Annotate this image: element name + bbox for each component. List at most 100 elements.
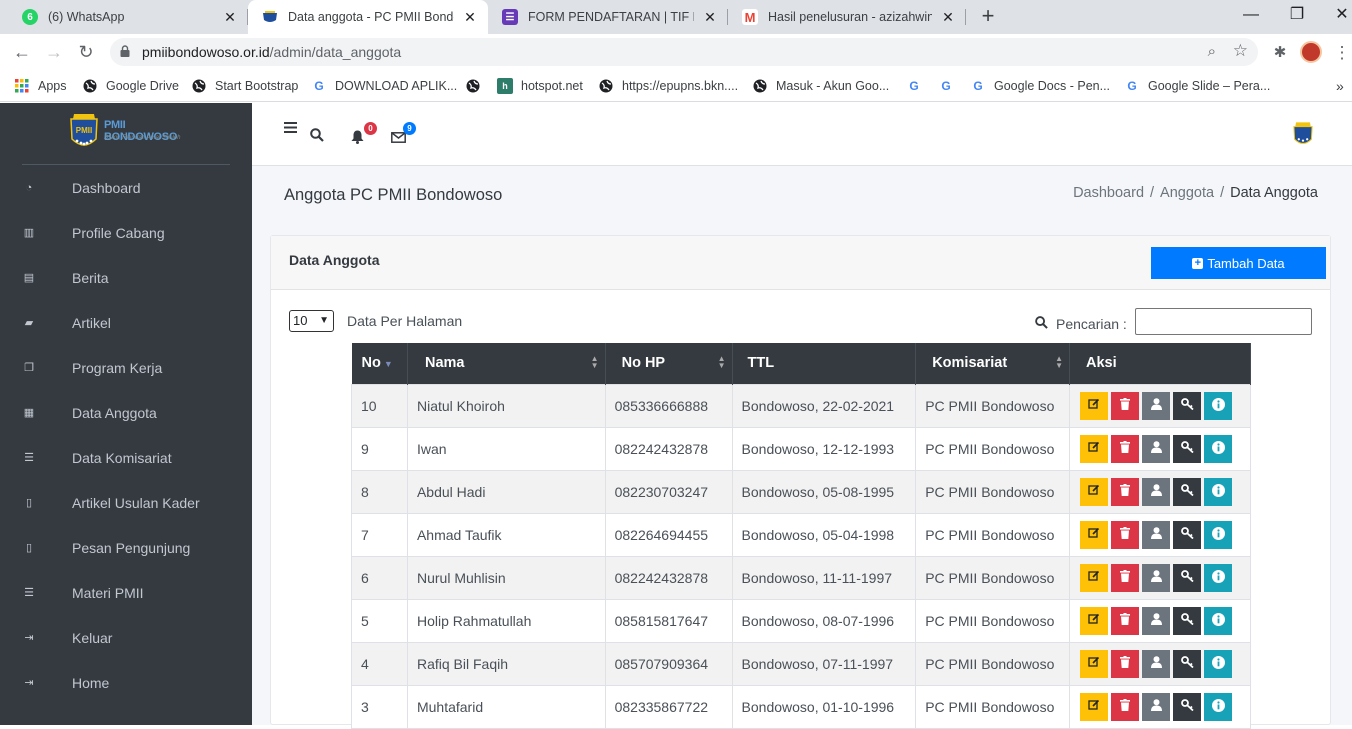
per-page-select[interactable]: 10 ▼ [289,310,334,332]
bell-icon[interactable] [351,130,364,148]
close-window-icon[interactable]: ✕ [1330,4,1352,28]
bookmark-star-icon[interactable]: ☆ [1233,41,1248,61]
trash-button[interactable] [1111,692,1139,721]
zoom-icon[interactable]: ⌕ [1208,43,1216,60]
trash-button[interactable] [1111,434,1139,463]
info-button[interactable] [1204,391,1232,420]
browser-tab-whatsapp[interactable]: 6 (6) WhatsApp ✕ [8,0,248,34]
sidebar-item-keluar[interactable]: ⇥ Keluar [0,615,252,660]
user-button[interactable] [1142,649,1170,678]
url-input[interactable]: pmiibondowoso.or.id/admin/data_anggota ⌕… [110,38,1258,66]
close-icon[interactable]: ✕ [702,9,718,26]
info-button[interactable] [1204,563,1232,592]
search-icon[interactable] [310,128,324,146]
user-button[interactable] [1142,692,1170,721]
column-header-ttl[interactable]: TTL [732,343,917,384]
key-button[interactable] [1173,563,1201,592]
trash-button[interactable] [1111,520,1139,549]
key-button[interactable] [1173,692,1201,721]
edit-button[interactable] [1080,649,1108,678]
bookmark-item[interactable]: G Google Slide – Pera... [1124,77,1270,95]
column-header-komisariat[interactable]: Komisariat ▲ ▼ [915,343,1070,384]
edit-button[interactable] [1080,563,1108,592]
trash-button[interactable] [1111,606,1139,635]
bookmark-item[interactable]: Google Drive [82,77,179,95]
key-button[interactable] [1173,434,1201,463]
back-button[interactable]: ← [10,40,34,64]
close-icon[interactable]: ✕ [940,9,956,26]
edit-button[interactable] [1080,477,1108,506]
key-button[interactable] [1173,477,1201,506]
browser-tab-gmail[interactable]: M Hasil penelusuran - azizahwinasri ✕ [728,0,966,34]
bookmark-item[interactable]: h hotspot.net [497,77,583,95]
menu-kebab-icon[interactable]: ⋮ [1331,42,1352,64]
restore-icon[interactable]: ❐ [1285,4,1309,28]
user-button[interactable] [1142,391,1170,420]
sidebar-item-home[interactable]: ⇥ Home [0,660,252,705]
extensions-puzzle-icon[interactable]: ✱ [1269,42,1291,64]
user-button[interactable] [1142,520,1170,549]
bookmark-item[interactable]: G [906,77,930,95]
info-button[interactable] [1204,692,1232,721]
breadcrumb-dashboard[interactable]: Dashboard [1073,185,1144,201]
edit-button[interactable] [1080,434,1108,463]
sidebar-item-artikel[interactable]: ▰ Artikel [0,300,252,345]
forward-button[interactable]: → [42,40,66,64]
edit-button[interactable] [1080,391,1108,420]
trash-button[interactable] [1111,563,1139,592]
key-button[interactable] [1173,606,1201,635]
breadcrumb-anggota[interactable]: Anggota [1160,185,1214,201]
edit-button[interactable] [1080,692,1108,721]
brand-logo[interactable]: PMII PMII BONDOWOSO Dzikir, Fikir dan Am… [68,113,198,153]
trash-button[interactable] [1111,391,1139,420]
edit-button[interactable] [1080,520,1108,549]
user-button[interactable] [1142,606,1170,635]
info-button[interactable] [1204,606,1232,635]
info-button[interactable] [1204,520,1232,549]
bookmark-item[interactable]: G DOWNLOAD APLIK... [311,77,457,95]
bookmarks-overflow-icon[interactable]: » [1336,77,1344,95]
close-icon[interactable]: ✕ [462,9,478,26]
bookmark-item[interactable]: G [938,77,962,95]
add-data-button[interactable]: + Tambah Data [1151,247,1326,279]
new-tab-button[interactable]: + [976,5,1000,29]
info-button[interactable] [1204,477,1232,506]
user-avatar[interactable] [1290,121,1316,149]
minimize-icon[interactable]: — [1239,4,1263,28]
user-button[interactable] [1142,434,1170,463]
profile-avatar[interactable] [1300,41,1322,63]
bookmark-item[interactable]: G Google Docs - Pen... [970,77,1110,95]
hamburger-menu-icon[interactable] [284,120,297,137]
bookmark-item[interactable]: Start Bootstrap [191,77,298,95]
info-button[interactable] [1204,649,1232,678]
key-button[interactable] [1173,520,1201,549]
close-icon[interactable]: ✕ [222,9,238,26]
bookmark-item[interactable]: Masuk - Akun Goo... [752,77,889,95]
edit-button[interactable] [1080,606,1108,635]
sidebar-item-data-anggota[interactable]: ▦ Data Anggota [0,390,252,435]
browser-tab-form[interactable]: ☰ FORM PENDAFTARAN | TIF EXHIBITION ✕ [488,0,728,34]
trash-button[interactable] [1111,477,1139,506]
browser-tab-data-anggota[interactable]: Data anggota - PC PMII Bondowoso ✕ [248,0,488,34]
bookmark-item[interactable]: https://epupns.bkn.... [598,77,738,95]
user-button[interactable] [1142,477,1170,506]
sidebar-item-berita[interactable]: ▤ Berita [0,255,252,300]
sidebar-item-artikel-usulan-kader[interactable]: ▯ Artikel Usulan Kader [0,480,252,525]
sidebar-item-data-komisariat[interactable]: ☰ Data Komisariat [0,435,252,480]
sidebar-item-materi-pmii[interactable]: ☰ Materi PMII [0,570,252,615]
search-input[interactable] [1135,308,1312,335]
bookmark-item[interactable]: Apps [14,77,67,95]
info-button[interactable] [1204,434,1232,463]
sidebar-item-program-kerja[interactable]: ❐ Program Kerja [0,345,252,390]
sidebar-item-profile-cabang[interactable]: ▥ Profile Cabang [0,210,252,255]
sidebar-item-dashboard[interactable]: ◔ Dashboard [0,165,252,210]
bookmark-item[interactable] [465,77,489,95]
user-button[interactable] [1142,563,1170,592]
column-header-no[interactable]: No ▼ [351,343,408,384]
column-header-nama[interactable]: Nama ▲ ▼ [407,343,606,384]
sidebar-item-pesan-pengunjung[interactable]: ▯ Pesan Pengunjung [0,525,252,570]
reload-button[interactable]: ↻ [74,40,98,64]
key-button[interactable] [1173,391,1201,420]
trash-button[interactable] [1111,649,1139,678]
column-header-nohp[interactable]: No HP ▲ ▼ [605,343,733,384]
